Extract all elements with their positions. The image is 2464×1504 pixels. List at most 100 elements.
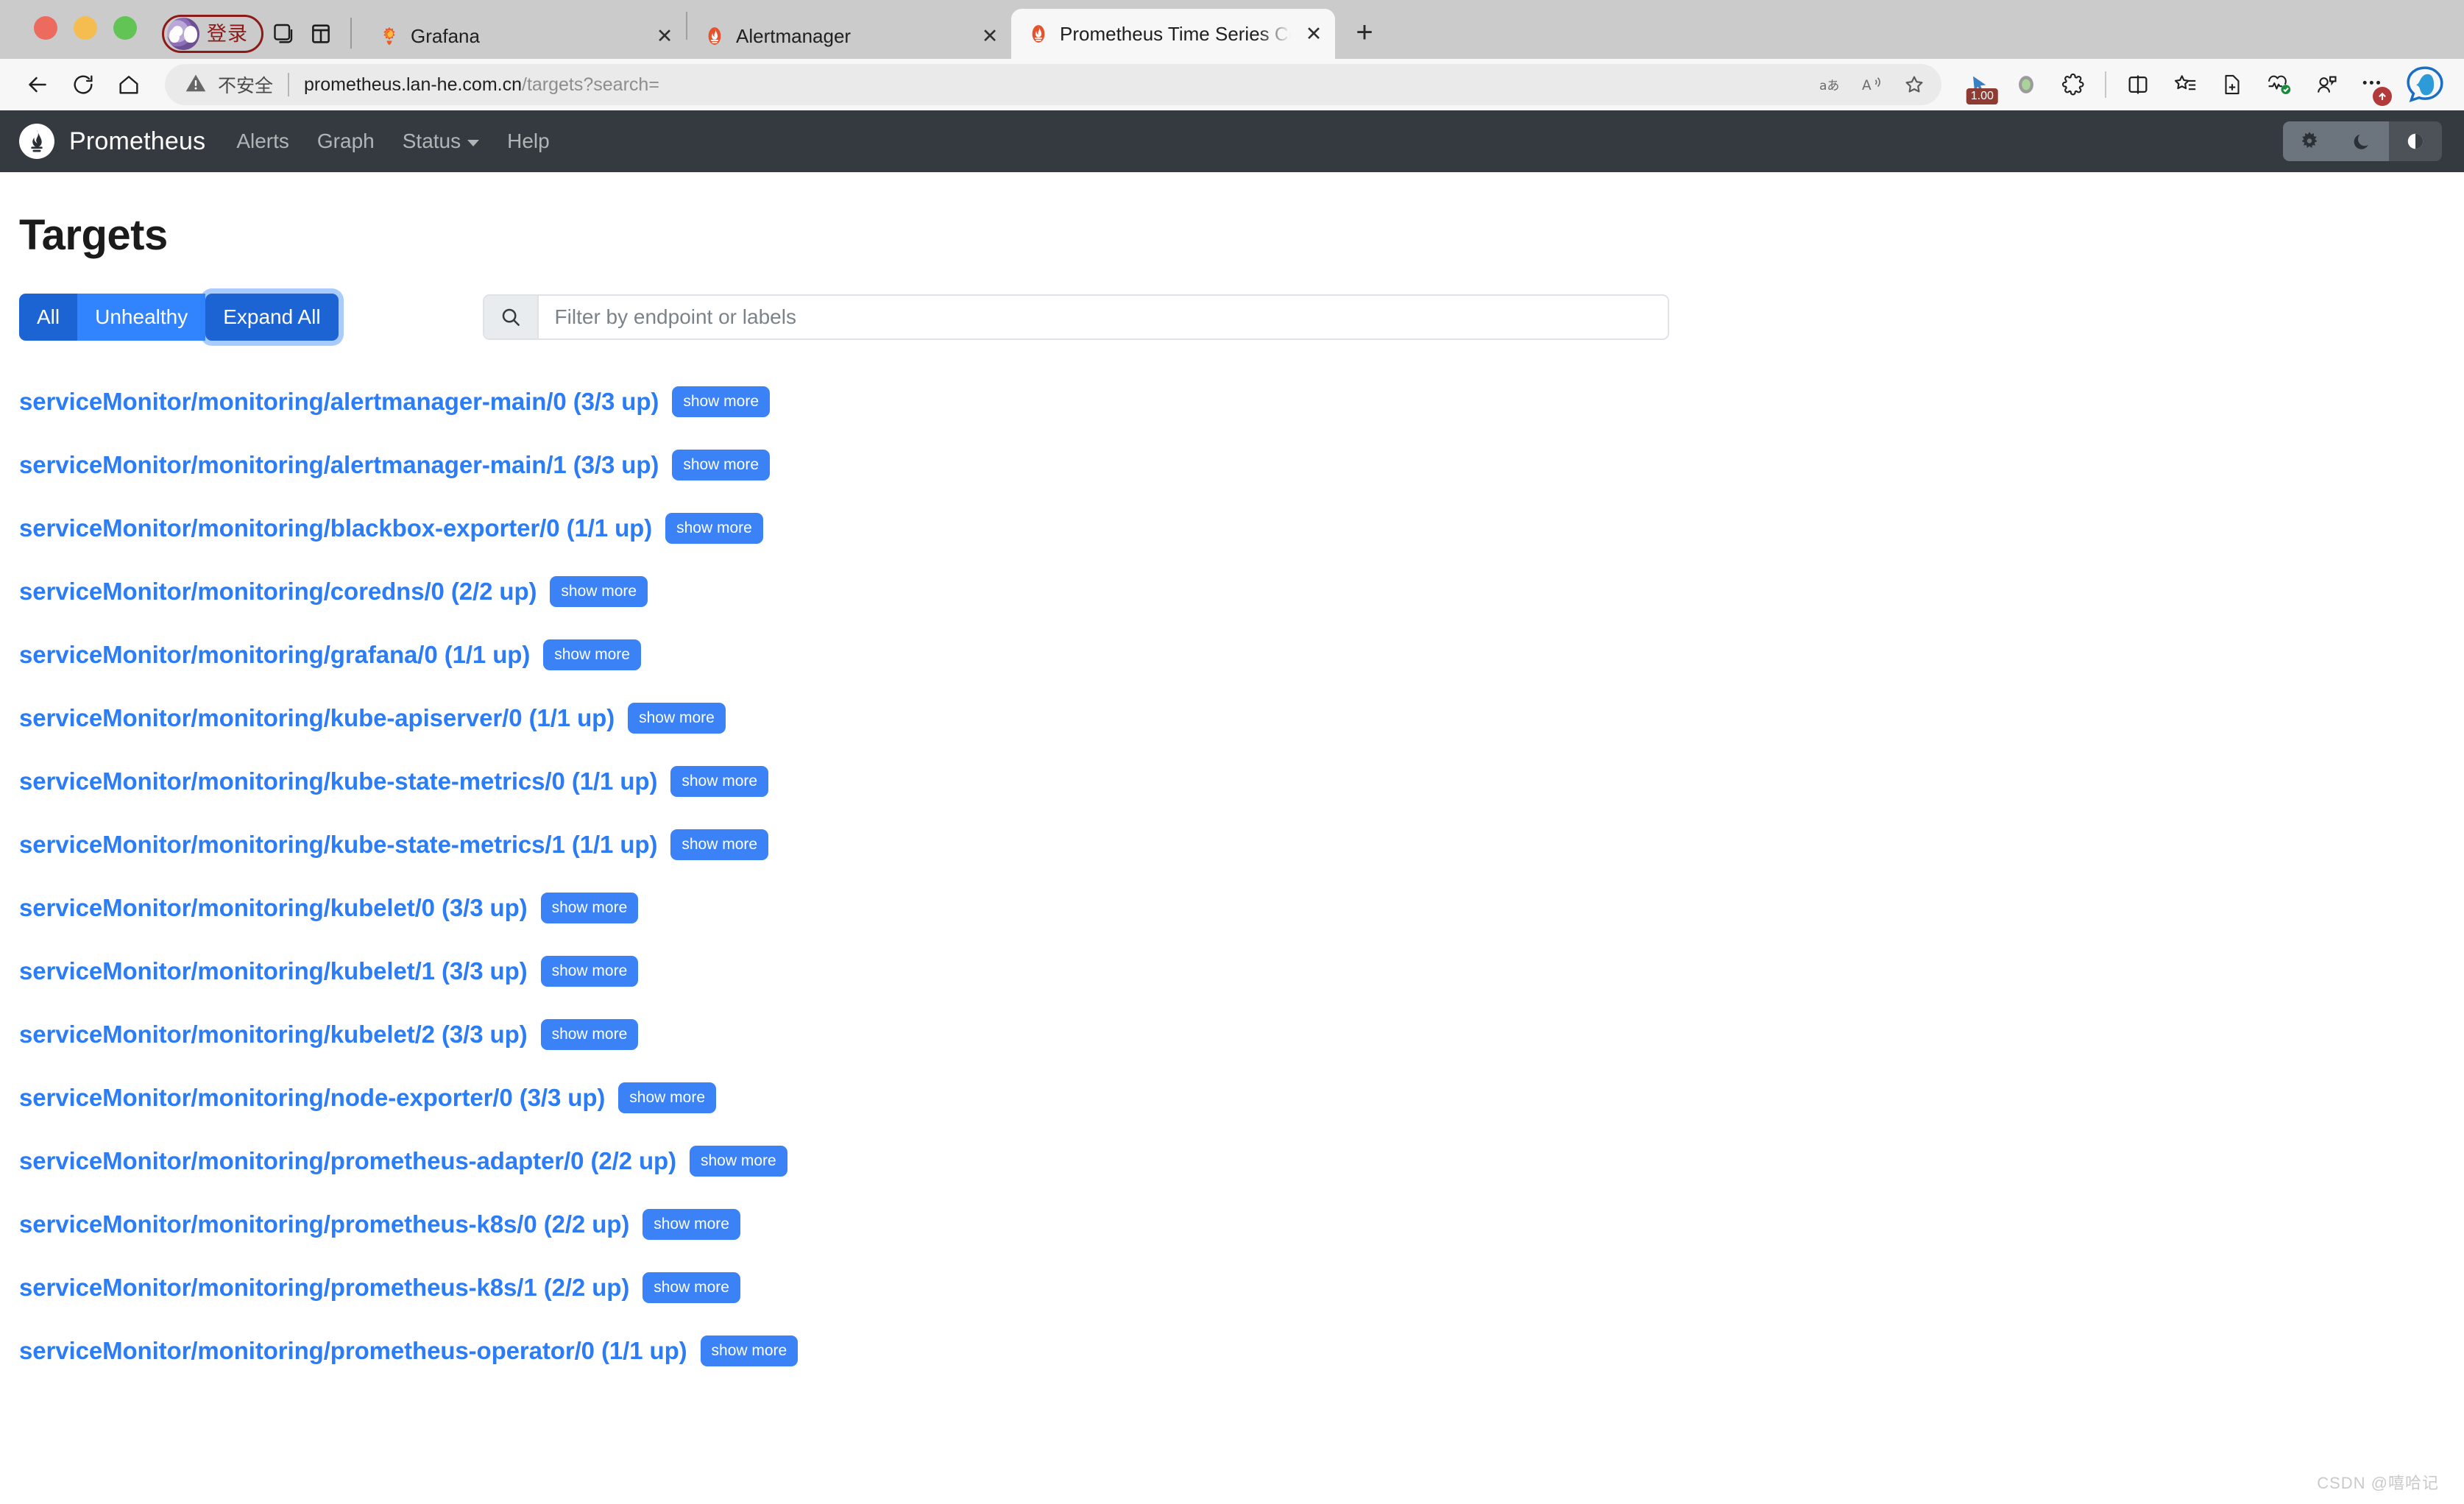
- target-link[interactable]: serviceMonitor/monitoring/grafana/0 (1/1…: [19, 641, 530, 669]
- chevron-down-icon: [467, 140, 480, 146]
- nav-item-help[interactable]: Help: [507, 130, 550, 153]
- target-row: serviceMonitor/monitoring/kube-state-met…: [19, 813, 2445, 876]
- search-icon: [484, 296, 539, 338]
- more-options-icon[interactable]: [2351, 63, 2396, 106]
- show-more-button[interactable]: show more: [700, 1335, 799, 1366]
- target-link[interactable]: serviceMonitor/monitoring/kube-apiserver…: [19, 704, 615, 732]
- back-arrow-icon[interactable]: [16, 63, 59, 106]
- target-row: serviceMonitor/monitoring/blackbox-expor…: [19, 497, 2445, 560]
- tab-alertmanager[interactable]: Alertmanager ✕: [687, 13, 1011, 59]
- target-link[interactable]: serviceMonitor/monitoring/prometheus-k8s…: [19, 1210, 629, 1238]
- split-screen-icon[interactable]: [2115, 63, 2161, 106]
- target-link[interactable]: serviceMonitor/monitoring/coredns/0 (2/2…: [19, 578, 537, 606]
- target-row: serviceMonitor/monitoring/kube-state-met…: [19, 750, 2445, 813]
- close-tab-prometheus-icon[interactable]: ✕: [1301, 21, 1326, 46]
- target-link[interactable]: serviceMonitor/monitoring/kubelet/2 (3/3…: [19, 1021, 528, 1049]
- target-row: serviceMonitor/monitoring/prometheus-k8s…: [19, 1193, 2445, 1256]
- close-window-button[interactable]: [34, 16, 57, 40]
- translate-icon[interactable]: aあ: [1812, 65, 1852, 104]
- target-link[interactable]: serviceMonitor/monitoring/kubelet/1 (3/3…: [19, 957, 528, 985]
- browser-window: 登录 Grafana ✕ Alertmanager ✕ Prometheus T…: [0, 0, 2464, 1504]
- nav-item-alerts[interactable]: Alerts: [236, 130, 289, 153]
- filter-unhealthy-button[interactable]: Unhealthy: [77, 294, 206, 341]
- cursor-zoom-icon[interactable]: 1.00: [1956, 63, 2002, 106]
- target-link[interactable]: serviceMonitor/monitoring/prometheus-ada…: [19, 1147, 676, 1175]
- show-more-button[interactable]: show more: [642, 1209, 740, 1240]
- prometheus-icon: [704, 25, 726, 47]
- new-tab-button[interactable]: +: [1344, 12, 1385, 53]
- browser-essentials-icon[interactable]: [2256, 63, 2302, 106]
- show-more-button[interactable]: show more: [550, 576, 648, 607]
- show-more-button[interactable]: show more: [628, 703, 726, 734]
- close-tab-alertmanager-icon[interactable]: ✕: [977, 24, 1002, 49]
- show-more-button[interactable]: show more: [670, 766, 769, 797]
- tab-title-grafana: Grafana: [411, 24, 480, 47]
- tab-grafana[interactable]: Grafana ✕: [362, 13, 686, 59]
- split-screen-icon[interactable]: [302, 15, 340, 53]
- show-more-button[interactable]: show more: [618, 1082, 716, 1113]
- expand-all-button[interactable]: Expand All: [205, 294, 339, 341]
- page-viewport: Prometheus Alerts Graph Status Help Targ…: [0, 110, 2464, 1504]
- filter-button-group: All Unhealthy Expand All: [19, 294, 339, 341]
- show-more-button[interactable]: show more: [540, 1019, 639, 1050]
- home-icon[interactable]: [107, 63, 150, 106]
- target-link[interactable]: serviceMonitor/monitoring/kubelet/0 (3/3…: [19, 894, 528, 922]
- show-more-button[interactable]: show more: [665, 513, 763, 544]
- show-more-button[interactable]: show more: [540, 893, 639, 923]
- target-link[interactable]: serviceMonitor/monitoring/prometheus-k8s…: [19, 1274, 629, 1302]
- auto-theme-button[interactable]: [2389, 121, 2442, 161]
- nav-item-graph[interactable]: Graph: [317, 130, 375, 153]
- target-link[interactable]: serviceMonitor/monitoring/kube-state-met…: [19, 831, 657, 859]
- favorite-star-icon[interactable]: [1894, 65, 1934, 104]
- show-more-button[interactable]: show more: [642, 1272, 740, 1303]
- mute-tab-icon[interactable]: [2003, 63, 2049, 106]
- brand-name: Prometheus: [69, 127, 206, 155]
- tab-prometheus[interactable]: Prometheus Time Series Collect ✕: [1011, 9, 1335, 59]
- target-row: serviceMonitor/monitoring/node-exporter/…: [19, 1066, 2445, 1129]
- read-aloud-icon[interactable]: A: [1853, 65, 1893, 104]
- show-more-button[interactable]: show more: [670, 829, 769, 860]
- profile-settings-icon[interactable]: [2304, 63, 2349, 106]
- show-more-button[interactable]: show more: [689, 1146, 787, 1177]
- target-row: serviceMonitor/monitoring/kubelet/1 (3/3…: [19, 940, 2445, 1003]
- target-link[interactable]: serviceMonitor/monitoring/blackbox-expor…: [19, 514, 652, 542]
- profile-login-button[interactable]: 登录: [162, 15, 263, 53]
- target-link[interactable]: serviceMonitor/monitoring/alertmanager-m…: [19, 451, 659, 479]
- target-link[interactable]: serviceMonitor/monitoring/prometheus-ope…: [19, 1337, 687, 1365]
- target-row: serviceMonitor/monitoring/prometheus-ope…: [19, 1319, 2445, 1383]
- light-theme-button[interactable]: [2283, 121, 2336, 161]
- close-tab-grafana-icon[interactable]: ✕: [652, 24, 677, 49]
- target-link[interactable]: serviceMonitor/monitoring/kube-state-met…: [19, 767, 657, 795]
- targets-list: serviceMonitor/monitoring/alertmanager-m…: [19, 370, 2445, 1383]
- address-bar[interactable]: 不安全 prometheus.lan-he.com.cn/targets?sea…: [165, 64, 1941, 105]
- targets-page: Targets All Unhealthy Expand All Filter …: [0, 210, 2464, 1383]
- show-more-button[interactable]: show more: [543, 639, 641, 670]
- prometheus-logo-icon: [19, 124, 54, 159]
- filter-all-button[interactable]: All: [19, 294, 78, 341]
- minimize-window-button[interactable]: [74, 16, 97, 40]
- nav-item-status[interactable]: Status: [403, 130, 480, 153]
- search-input[interactable]: [538, 296, 1668, 338]
- omnibox-actions: aあ A: [1812, 64, 1934, 105]
- target-row: serviceMonitor/monitoring/coredns/0 (2/2…: [19, 560, 2445, 623]
- not-secure-warning-icon: [184, 71, 208, 99]
- target-link[interactable]: serviceMonitor/monitoring/node-exporter/…: [19, 1084, 605, 1112]
- dark-theme-button[interactable]: [2336, 121, 2389, 161]
- tab-strip-divider: [350, 18, 352, 49]
- collections-icon[interactable]: [2162, 63, 2208, 106]
- tab-group-icon[interactable]: [263, 15, 302, 53]
- show-more-button[interactable]: show more: [672, 386, 771, 417]
- target-link[interactable]: serviceMonitor/monitoring/alertmanager-m…: [19, 388, 659, 416]
- show-more-button[interactable]: show more: [540, 956, 639, 987]
- add-to-collection-icon[interactable]: [2209, 63, 2255, 106]
- show-more-button[interactable]: show more: [672, 450, 771, 480]
- maximize-window-button[interactable]: [113, 16, 137, 40]
- prometheus-navbar: Prometheus Alerts Graph Status Help: [0, 110, 2464, 172]
- filter-search-box[interactable]: [482, 294, 1669, 340]
- copilot-icon[interactable]: [2402, 62, 2448, 107]
- window-controls: [34, 0, 137, 59]
- reload-icon[interactable]: [62, 63, 105, 106]
- brand-link[interactable]: Prometheus: [19, 124, 205, 159]
- extensions-icon[interactable]: [2050, 63, 2096, 106]
- toolbar-right-actions: 1.00: [1956, 62, 2448, 107]
